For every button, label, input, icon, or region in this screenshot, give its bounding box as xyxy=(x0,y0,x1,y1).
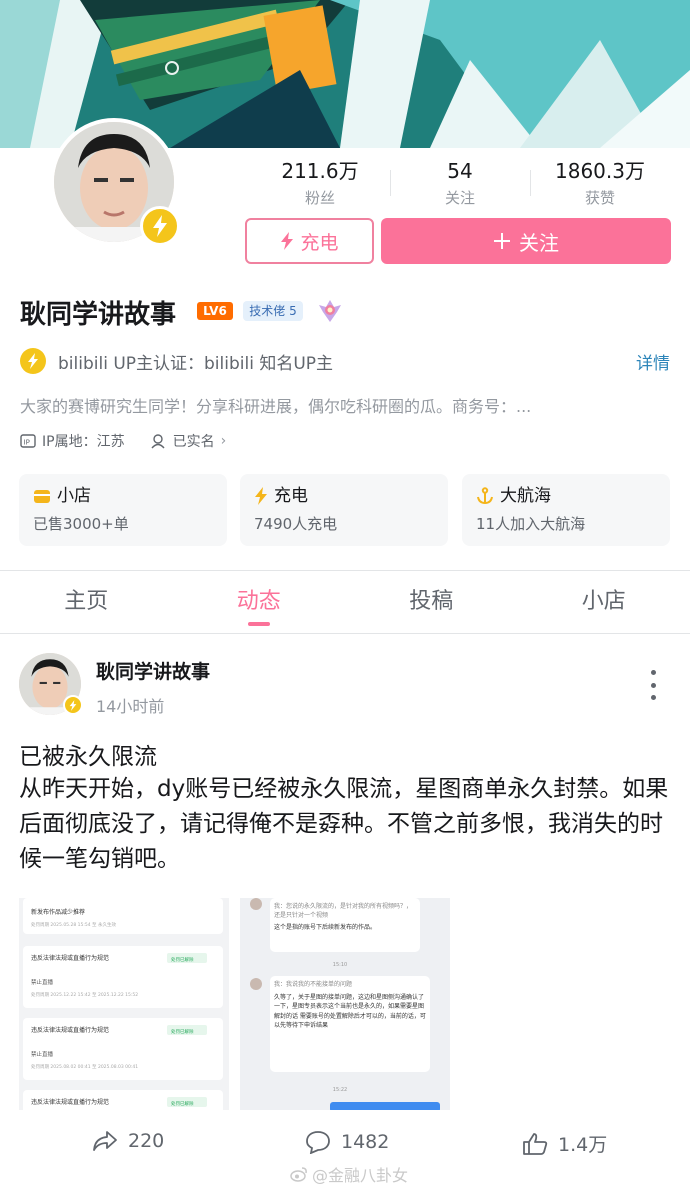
realname-label[interactable]: 已实名 xyxy=(173,431,215,451)
realname-icon xyxy=(151,434,165,449)
charge-card-title: 充电 xyxy=(274,486,308,506)
tab-home[interactable]: 主页 xyxy=(0,572,173,632)
followers-label: 粉丝 xyxy=(304,189,335,207)
post-image-chat[interactable]: 15:10 15:22 我：您说的永久限流的，是针对我的所有视频吗？，还是只针对… xyxy=(240,898,450,1110)
guard-card[interactable]: 大航海 11人加入大航海 xyxy=(462,474,670,546)
charge-card-sub: 7490人充电 xyxy=(254,515,338,533)
following-label: 关注 xyxy=(444,189,475,207)
profile-stats: 211.6万 粉丝 54 关注 1860.3万 获赞 xyxy=(250,158,670,210)
divider xyxy=(0,633,690,634)
like-button[interactable]: 1.4万 xyxy=(522,1130,607,1157)
weibo-icon xyxy=(290,1167,307,1182)
lightning-icon xyxy=(281,232,294,250)
ip-icon: IP xyxy=(20,434,36,448)
following-stat[interactable]: 54 关注 xyxy=(390,158,530,210)
follow-button-label: 关注 xyxy=(519,230,559,255)
tech-badge[interactable]: 技术佬 5 xyxy=(243,301,303,321)
charge-button-label: 充电 xyxy=(300,231,339,254)
post-author[interactable]: 耿同学讲故事 xyxy=(96,657,210,684)
charge-card[interactable]: 充电 7490人充电 xyxy=(240,474,448,546)
share-icon xyxy=(93,1131,117,1151)
following-count: 54 xyxy=(447,159,473,183)
penalty-row-title: 违反法律法规或直播行为规范 xyxy=(31,954,109,962)
profile-name: 耿同学讲故事 xyxy=(20,300,177,330)
chat-reply: 久等了，关于星图的接单问题，这边和星图侧沟通确认了一下，星图专员表示这个当前也是… xyxy=(274,993,426,1030)
shop-card-sub: 已售3000+单 xyxy=(33,515,129,533)
followers-stat[interactable]: 211.6万 粉丝 xyxy=(250,158,390,210)
likes-count: 1860.3万 xyxy=(555,159,645,183)
medal-icon[interactable] xyxy=(316,297,344,325)
share-button[interactable]: 220 xyxy=(92,1130,164,1152)
chat-time: 15:10 xyxy=(333,962,347,968)
post-title: 已被永久限流 xyxy=(19,744,157,770)
tab-shop[interactable]: 小店 xyxy=(518,572,690,632)
plus-icon xyxy=(494,233,510,249)
penalty-row-title: 违反法律法规或直播行为规范 xyxy=(31,1098,109,1106)
up-verified-icon xyxy=(140,206,180,246)
penalty-status: 禁止直播 xyxy=(31,978,54,986)
up-verified-icon xyxy=(20,348,46,374)
ip-location: IP属地：江苏 xyxy=(42,434,125,450)
likes-label: 获赞 xyxy=(584,189,615,207)
more-options-icon[interactable] xyxy=(646,670,660,700)
penalty-row-period: 处罚周期 2025.05.28 15:54 至 永久生效 xyxy=(31,921,116,928)
chevron-right-icon: › xyxy=(220,433,227,449)
comment-icon xyxy=(306,1131,330,1154)
anchor-icon xyxy=(477,487,493,505)
guard-card-title: 大航海 xyxy=(500,486,551,506)
detail-link[interactable]: 详情 xyxy=(636,349,670,374)
verification-text: bilibili UP主认证：bilibili 知名UP主 xyxy=(58,353,334,374)
post-time: 14小时前 xyxy=(96,697,165,716)
share-count: 220 xyxy=(128,1130,165,1152)
shop-icon xyxy=(34,490,50,503)
svg-text:IP: IP xyxy=(24,439,30,447)
profile-description[interactable]: 大家的赛博研究生同学！分享科研进展，偶尔吃科研圈的瓜。商务号：... xyxy=(20,393,670,417)
tab-dynamics[interactable]: 动态 xyxy=(173,572,346,632)
chat-reply: 这个是指的账号下后续新发布的作品。 xyxy=(274,924,377,931)
chat-message: 我：我说我的不能接单的问题 xyxy=(274,981,353,988)
penalty-row-title: 违反法律法规或直播行为规范 xyxy=(31,1026,109,1034)
penalty-tag: 处罚已解除 xyxy=(171,956,194,963)
guard-card-sub: 11人加入大航海 xyxy=(476,515,586,533)
post-body: 从昨天开始，dy账号已经被永久限流，星图商单永久封禁。如果后面彻底没了，请记得俺… xyxy=(19,776,669,872)
chat-time: 15:22 xyxy=(333,1087,347,1093)
up-verified-icon xyxy=(63,695,83,715)
verification-row: bilibili UP主认证：bilibili 知名UP主 详情 xyxy=(20,347,670,375)
chat-message: 我：您说的永久限流的，是针对我的所有视频吗？，还是只针对一个视频 xyxy=(274,903,413,919)
likes-stat: 1860.3万 获赞 xyxy=(530,158,670,210)
comment-count: 1482 xyxy=(341,1131,390,1153)
watermark: @金融八卦女 xyxy=(290,1162,408,1186)
penalty-row-period: 处罚周期 2025.12.22 15:42 至 2025.12.22 15:52 xyxy=(31,991,138,998)
penalty-row-title: 新发布作品减少推荐 xyxy=(31,908,85,916)
followers-count: 211.6万 xyxy=(281,159,359,183)
profile-tabs: 主页 动态 投稿 小店 xyxy=(0,572,690,632)
penalty-status: 禁止直播 xyxy=(31,1050,54,1058)
comment-button[interactable]: 1482 xyxy=(305,1130,389,1154)
watermark-text: @金融八卦女 xyxy=(312,1166,409,1185)
penalty-tag: 处罚已解除 xyxy=(171,1100,194,1107)
like-count: 1.4万 xyxy=(558,1134,608,1156)
ip-row: IP IP属地：江苏 已实名 › xyxy=(20,431,226,451)
penalty-tag: 处罚已解除 xyxy=(171,1028,194,1035)
thumbs-up-icon xyxy=(523,1132,548,1155)
post-actions: 220 1482 1.4万 xyxy=(0,1130,690,1164)
shop-card[interactable]: 小店 已售3000+单 xyxy=(19,474,227,546)
follow-button[interactable]: 关注 xyxy=(381,218,671,264)
post-image-penalties[interactable]: 新发布作品减少推荐 处罚周期 2025.05.28 15:54 至 永久生效 违… xyxy=(19,898,229,1110)
level-badge: LV6 xyxy=(197,302,233,320)
divider xyxy=(0,570,690,571)
penalty-row-period: 处罚周期 2025.08.02 00:41 至 2025.08.03 00:41 xyxy=(31,1063,138,1070)
charge-button[interactable]: 充电 xyxy=(245,218,374,264)
shop-card-title: 小店 xyxy=(57,486,91,506)
lightning-icon xyxy=(255,487,267,505)
tab-uploads[interactable]: 投稿 xyxy=(345,572,518,632)
